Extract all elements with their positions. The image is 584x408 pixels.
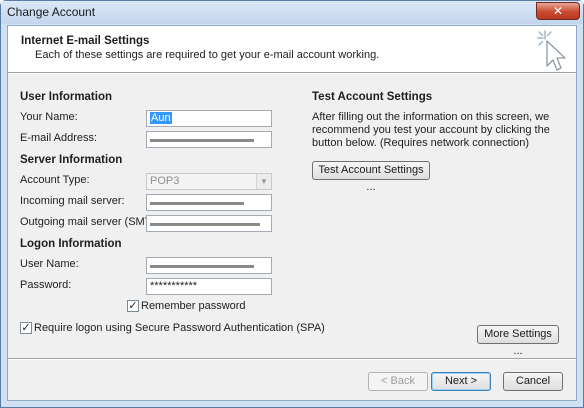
email-address-input[interactable] xyxy=(146,131,272,148)
logon-information-heading: Logon Information xyxy=(20,238,122,250)
settings-panel: User Information Your Name: Aun E-mail A… xyxy=(8,74,576,357)
window-title: Change Account xyxy=(7,5,96,19)
account-type-value: POP3 xyxy=(150,175,180,187)
outgoing-server-input[interactable] xyxy=(146,215,272,232)
next-button[interactable]: Next > xyxy=(431,372,491,391)
test-account-settings-button[interactable]: Test Account Settings ... xyxy=(312,161,430,193)
account-type-select: POP3 ▼ xyxy=(146,173,272,190)
redacted-user-name xyxy=(150,265,254,268)
close-button[interactable]: ✕ xyxy=(536,2,580,20)
your-name-value: Aun xyxy=(150,112,172,124)
spa-checkbox[interactable]: ✓ xyxy=(20,322,32,334)
test-account-settings-heading: Test Account Settings xyxy=(312,91,433,103)
incoming-server-label: Incoming mail server: xyxy=(20,195,125,207)
remember-password-label: Remember password xyxy=(141,300,246,312)
redacted-email xyxy=(150,139,254,142)
email-address-label: E-mail Address: xyxy=(20,132,98,144)
page-title: Internet E-mail Settings xyxy=(21,35,150,47)
change-account-window: Change Account ✕ Internet E-mail Setting… xyxy=(0,0,584,408)
cancel-button[interactable]: Cancel xyxy=(503,372,563,391)
outgoing-server-label: Outgoing mail server (SMTP): xyxy=(20,216,166,228)
your-name-label: Your Name: xyxy=(20,111,78,123)
spa-label: Require logon using Secure Password Auth… xyxy=(34,322,325,334)
remember-password-checkbox[interactable]: ✓ xyxy=(127,300,139,312)
page-subtitle: Each of these settings are required to g… xyxy=(35,49,380,61)
cursor-sparkle-icon xyxy=(537,30,566,71)
header-band: Internet E-mail Settings Each of these s… xyxy=(8,26,576,72)
more-settings-button[interactable]: More Settings ... xyxy=(477,325,559,357)
your-name-input[interactable]: Aun xyxy=(146,110,272,127)
account-type-label: Account Type: xyxy=(20,174,90,186)
chevron-down-icon: ▼ xyxy=(256,174,271,189)
user-information-heading: User Information xyxy=(20,91,113,103)
title-bar: Change Account ✕ xyxy=(1,1,583,24)
user-name-label: User Name: xyxy=(20,258,79,270)
user-name-input[interactable] xyxy=(146,257,272,274)
back-button[interactable]: < Back xyxy=(368,372,428,391)
server-information-heading: Server Information xyxy=(20,154,123,166)
incoming-server-input[interactable] xyxy=(146,194,272,211)
dialog-client: Internet E-mail Settings Each of these s… xyxy=(7,25,577,401)
test-settings-description: After filling out the information on thi… xyxy=(312,111,550,149)
redacted-outgoing-server xyxy=(150,223,260,226)
password-input[interactable]: *********** xyxy=(146,278,272,295)
password-label: Password: xyxy=(20,279,72,291)
redacted-incoming-server xyxy=(150,202,244,205)
footer-separator xyxy=(8,358,576,360)
